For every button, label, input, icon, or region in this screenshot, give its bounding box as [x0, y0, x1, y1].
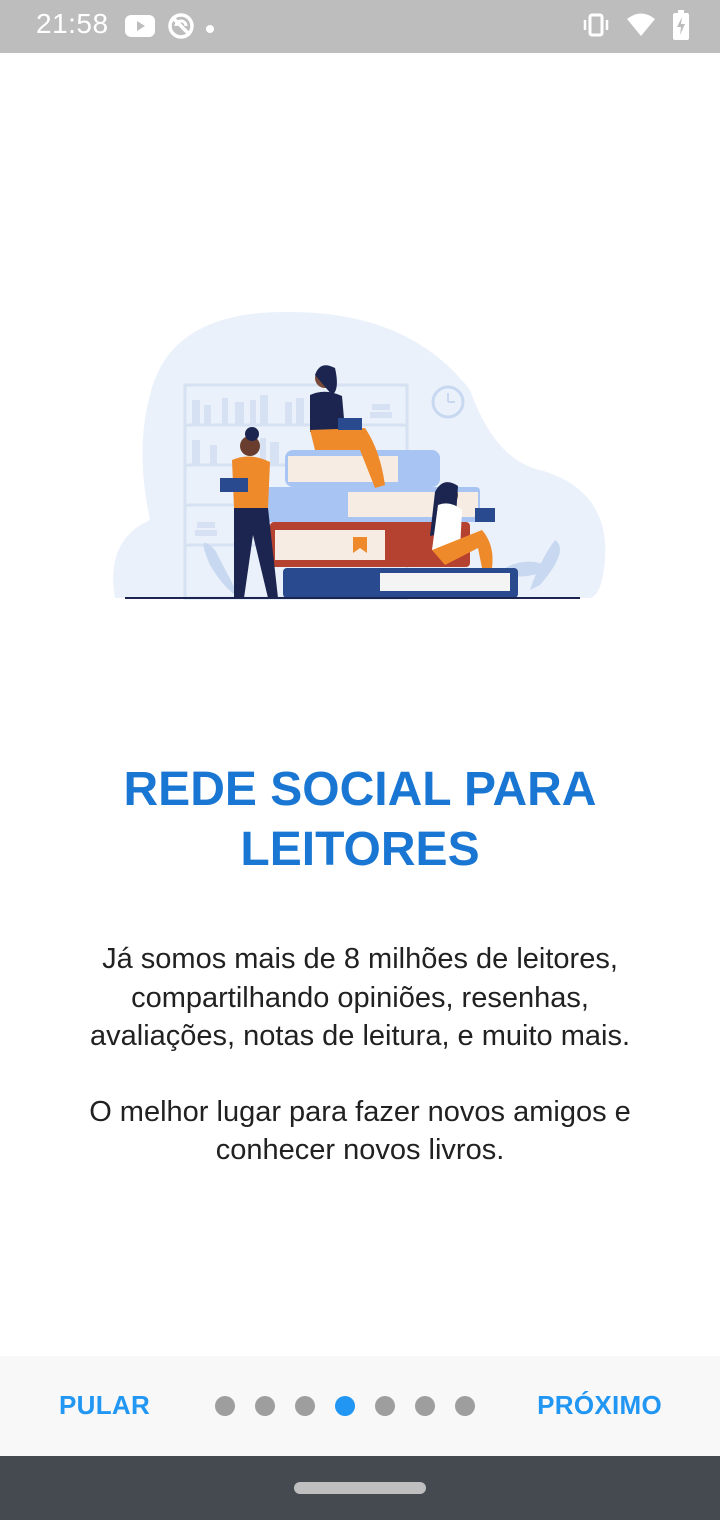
notification-dot-icon [206, 24, 214, 33]
status-bar: 21:58 [0, 0, 720, 53]
page-dot-3[interactable] [295, 1396, 315, 1416]
description-paragraph-2: O melhor lugar para fazer novos amigos e… [89, 1095, 631, 1167]
system-navigation-bar [0, 1456, 720, 1520]
people-reading-books-illustration [110, 300, 610, 610]
wifi-icon [626, 12, 656, 43]
description-paragraph-1: Já somos mais de 8 milhões de leitores, … [90, 943, 630, 1052]
onboarding-screen: 21:58 REDE SOCIAL PARA LEITORES Já somos… [0, 0, 720, 1520]
page-dot-4-active[interactable] [335, 1396, 355, 1416]
vibrate-icon [582, 11, 610, 44]
page-dot-1[interactable] [215, 1396, 235, 1416]
page-indicator [215, 1396, 475, 1416]
onboarding-title: REDE SOCIAL PARA LEITORES [123, 763, 597, 876]
page-dot-7[interactable] [455, 1396, 475, 1416]
youtube-icon [124, 14, 156, 43]
onboarding-footer: PULAR PRÓXIMO [0, 1356, 720, 1456]
page-dot-6[interactable] [415, 1396, 435, 1416]
status-time: 21:58 [36, 8, 109, 39]
skip-button[interactable]: PULAR [59, 1390, 150, 1421]
next-button[interactable]: PRÓXIMO [537, 1390, 662, 1421]
home-gesture-handle[interactable] [294, 1482, 426, 1494]
battery-charging-icon [672, 10, 690, 45]
page-dot-5[interactable] [375, 1396, 395, 1416]
page-dot-2[interactable] [255, 1396, 275, 1416]
onboarding-description: Já somos mais de 8 milhões de leitores, … [70, 940, 650, 1170]
sync-off-icon [166, 11, 196, 46]
